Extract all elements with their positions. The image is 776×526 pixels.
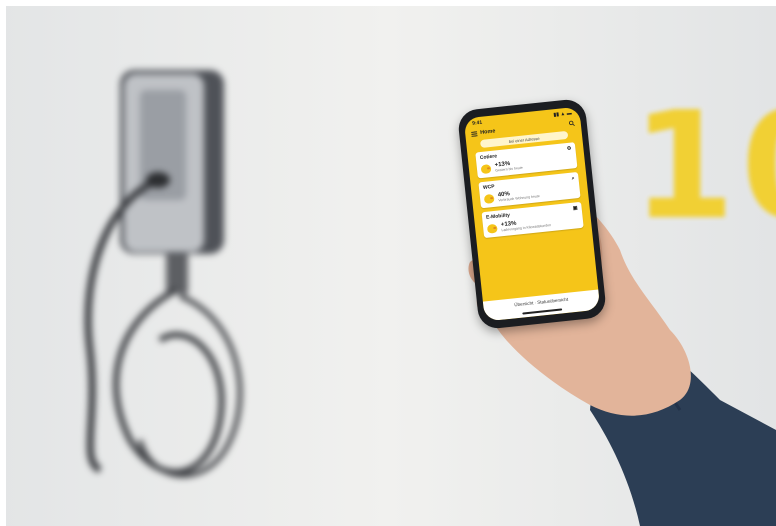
card-e-mobility[interactable]: E-Mobility ▣ +13% Ladevorgang in Kilowat… [481, 201, 584, 239]
hand-and-arm [468, 210, 776, 526]
bottom-label[interactable]: Übersicht · Statusübersicht [483, 289, 599, 310]
home-indicator [522, 308, 563, 315]
smartphone: 9:41 ▮▮ ▲ ▬ Home bei einer Adresse Cotie… [456, 97, 608, 331]
card-title: Cotiere [479, 153, 498, 162]
gear-icon: ⚙ [566, 145, 572, 152]
phone-screen: 9:41 ▮▮ ▲ ▬ Home bei einer Adresse Cotie… [463, 106, 601, 322]
bottom-bar: Übersicht · Statusübersicht [482, 289, 601, 322]
search-icon: ⌕ [571, 175, 575, 182]
status-icons: ▮▮ ▲ ▬ [553, 109, 572, 118]
search-icon[interactable] [568, 120, 575, 127]
status-time: 9:41 [471, 119, 483, 127]
address-text: bei einer Adresse [508, 135, 540, 144]
photo-scene: 10 9:41 ▮▮ ▲ ▬ Home [0, 0, 776, 526]
chick-mascot-icon [486, 223, 498, 234]
battery-icon: ▣ [572, 205, 578, 212]
hamburger-icon[interactable] [471, 130, 478, 137]
card-title: WCP [482, 183, 495, 191]
chick-mascot-icon [483, 193, 495, 204]
card-title: E-Mobility [485, 212, 511, 221]
chick-mascot-icon [480, 163, 492, 174]
